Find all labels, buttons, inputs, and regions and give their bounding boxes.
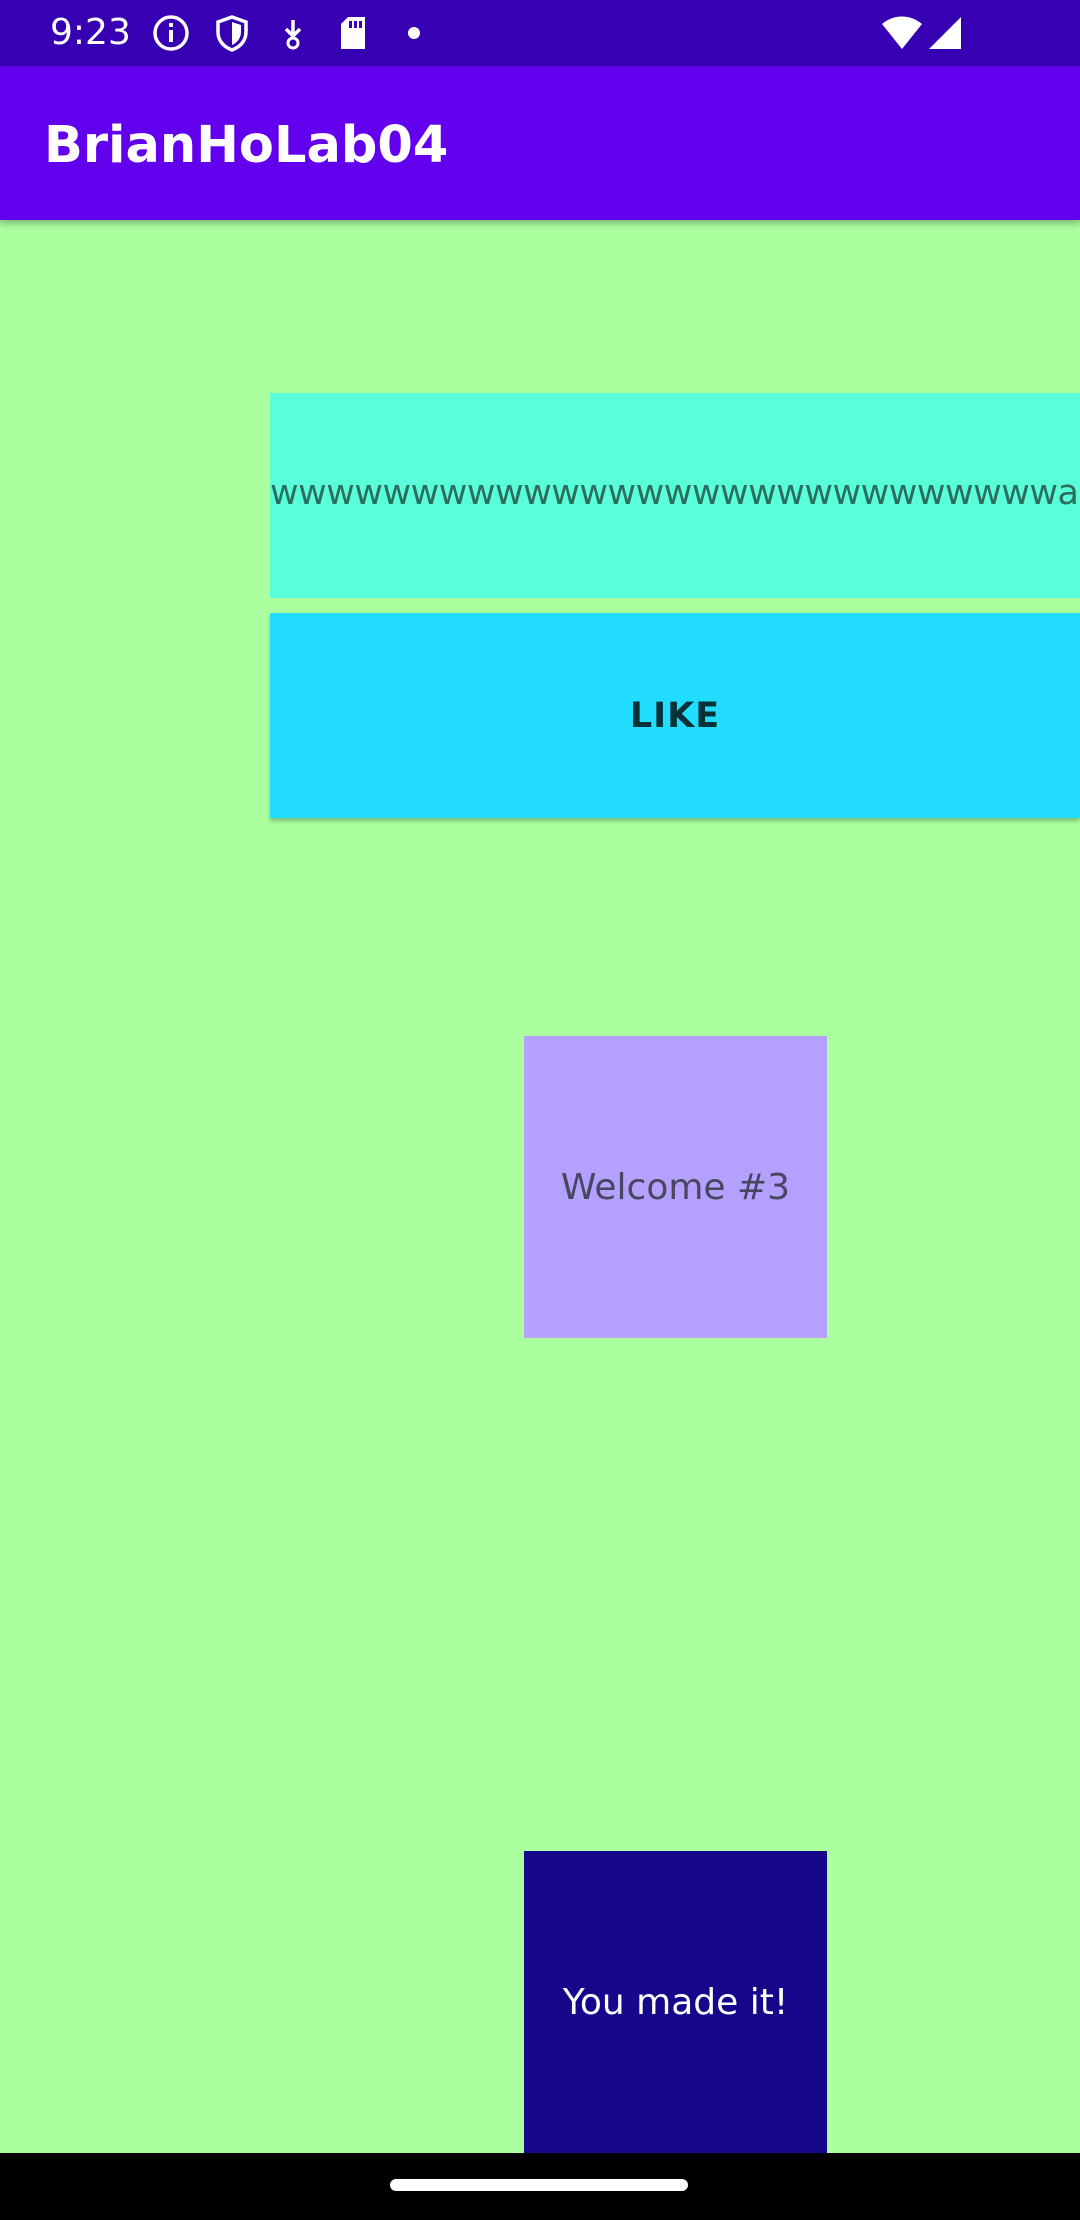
wifi-icon bbox=[880, 14, 924, 52]
home-gesture-handle[interactable] bbox=[390, 2179, 688, 2191]
shield-icon bbox=[213, 14, 251, 52]
welcome-text: Welcome #3 bbox=[560, 1166, 791, 1208]
status-time: 9:23 bbox=[50, 12, 131, 53]
text-input-value: wwwwwwwwwwwwwwwwwwwwwwwwwwwwaduwwwwwwwww… bbox=[270, 473, 1080, 513]
app-screen: 9:23 BrianHoLab04 wwwwwwwwwwwwwwwwwwwwww… bbox=[0, 0, 1080, 2220]
app-bar: BrianHoLab04 bbox=[0, 66, 1080, 220]
navigation-bar bbox=[0, 2153, 1080, 2220]
dot-icon bbox=[405, 14, 443, 52]
download-icon bbox=[274, 14, 312, 52]
signal-icon bbox=[926, 14, 964, 52]
made-it-text-view: You made it! bbox=[524, 1851, 827, 2153]
like-button[interactable]: LIKE bbox=[270, 613, 1080, 818]
info-icon bbox=[152, 14, 190, 52]
app-title: BrianHoLab04 bbox=[44, 116, 449, 175]
like-button-label: LIKE bbox=[629, 695, 721, 736]
status-bar: 9:23 bbox=[0, 0, 1080, 66]
made-it-text: You made it! bbox=[562, 1981, 789, 2023]
sd-card-icon bbox=[334, 14, 372, 52]
text-input[interactable]: wwwwwwwwwwwwwwwwwwwwwwwwwwwwaduwwwwwwwww… bbox=[270, 393, 1080, 598]
welcome-text-view: Welcome #3 bbox=[524, 1036, 827, 1338]
